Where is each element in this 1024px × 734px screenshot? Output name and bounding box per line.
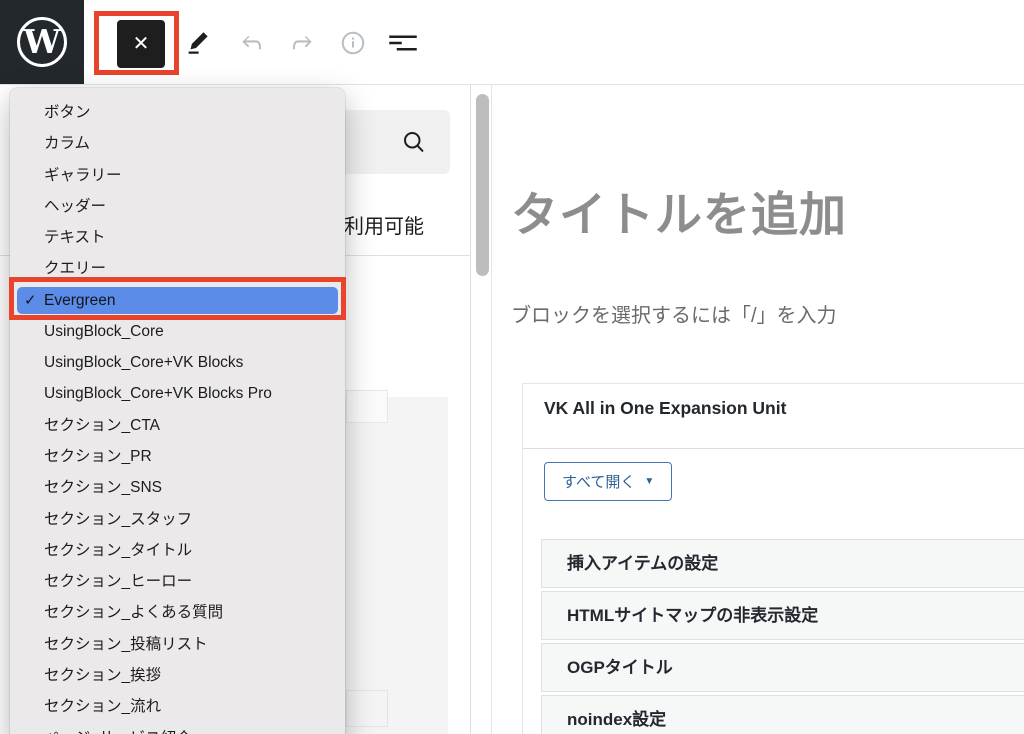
menu-item-label: クエリー	[44, 260, 106, 277]
menu-item-17[interactable]: セクション_投稿リスト	[10, 629, 345, 660]
menu-item-label: セクション_流れ	[44, 698, 161, 715]
wordpress-logo-button[interactable]: W	[0, 0, 84, 84]
menu-item-4[interactable]: テキスト	[10, 222, 345, 253]
editor-topbar: W ✕	[0, 0, 1024, 85]
redo-icon	[288, 28, 318, 61]
vk-panel-title: VK All in One Expansion Unit	[544, 398, 786, 419]
info-icon	[338, 28, 368, 61]
menu-item-label: カラム	[44, 135, 90, 152]
redo-button[interactable]	[288, 29, 318, 59]
menu-item-label: セクション_CTA	[44, 417, 160, 434]
menu-item-label: セクション_PR	[44, 448, 152, 465]
menu-item-label: セクション_タイトル	[44, 542, 192, 559]
menu-item-16[interactable]: セクション_よくある質問	[10, 597, 345, 628]
menu-item-label: UsingBlock_Core	[44, 323, 164, 340]
menu-item-label: UsingBlock_Core+VK Blocks Pro	[44, 385, 272, 402]
empty-block-placeholder[interactable]: ブロックを選択するには「/」を入力	[511, 299, 837, 328]
search-icon	[400, 128, 428, 156]
menu-item-label: UsingBlock_Core+VK Blocks	[44, 354, 243, 371]
accordion-section-3[interactable]: noindex設定	[541, 695, 1024, 734]
wordpress-logo-icon: W	[17, 17, 67, 67]
menu-item-8[interactable]: UsingBlock_Core+VK Blocks	[10, 347, 345, 378]
accordion-section-2[interactable]: OGPタイトル	[541, 643, 1024, 692]
menu-item-13[interactable]: セクション_スタッフ	[10, 504, 345, 535]
checkmark-icon: ✓	[24, 287, 37, 314]
undo-button[interactable]	[236, 29, 266, 59]
menu-item-14[interactable]: セクション_タイトル	[10, 535, 345, 566]
sidebar-border	[470, 85, 471, 734]
menu-item-label: セクション_挨拶	[44, 667, 161, 684]
pattern-thumbnail	[346, 390, 388, 423]
menu-item-label: セクション_投稿リスト	[44, 636, 208, 653]
dropdown-menu-list: ボタンカラムギャラリーヘッダーテキストクエリー ✓ Evergreen UsingBl…	[10, 97, 345, 734]
menu-item-label: ギャラリー	[44, 167, 122, 184]
accordion-list: 挿入アイテムの設定HTMLサイトマップの非表示設定OGPタイトルnoindex設…	[541, 539, 1024, 734]
menu-item-0[interactable]: ボタン	[10, 97, 345, 128]
menu-item-label: セクション_よくある質問	[44, 604, 223, 621]
menu-item-label: ボタン	[44, 104, 91, 121]
edit-mode-button[interactable]	[183, 29, 213, 59]
list-view-button[interactable]	[388, 29, 418, 59]
menu-item-10[interactable]: セクション_CTA	[10, 410, 345, 441]
canvas-left-border	[491, 85, 492, 734]
menu-item-7[interactable]: UsingBlock_Core	[10, 316, 345, 347]
menu-item-19[interactable]: セクション_流れ	[10, 691, 345, 722]
undo-icon	[236, 28, 266, 61]
pattern-category-dropdown: ボタンカラムギャラリーヘッダーテキストクエリー ✓ Evergreen UsingBl…	[10, 88, 345, 734]
toggle-inserter-button[interactable]: ✕	[117, 20, 165, 68]
menu-item-label: Evergreen	[44, 292, 116, 309]
close-icon: ✕	[133, 34, 150, 54]
menu-item-2[interactable]: ギャラリー	[10, 160, 345, 191]
pattern-thumbnail	[346, 690, 388, 727]
menu-item-12[interactable]: セクション_SNS	[10, 472, 345, 503]
menu-item-6[interactable]: ✓ Evergreen	[17, 287, 338, 314]
menu-item-5[interactable]: クエリー	[10, 253, 345, 284]
accordion-section-1[interactable]: HTMLサイトマップの非表示設定	[541, 591, 1024, 640]
menu-item-9[interactable]: UsingBlock_Core+VK Blocks Pro	[10, 378, 345, 409]
pencil-icon	[183, 28, 213, 61]
patterns-available-label: 利用可能	[344, 210, 424, 239]
menu-item-3[interactable]: ヘッダー	[10, 191, 345, 222]
accordion-section-0[interactable]: 挿入アイテムの設定	[541, 539, 1024, 588]
menu-item-11[interactable]: セクション_PR	[10, 441, 345, 472]
list-view-icon	[388, 28, 418, 61]
menu-item-18[interactable]: セクション_挨拶	[10, 660, 345, 691]
expand-all-label: すべて開く	[562, 471, 635, 492]
vk-panel-divider	[523, 448, 1024, 449]
post-title-placeholder[interactable]: タイトルを追加	[511, 176, 847, 245]
menu-item-label: テキスト	[44, 229, 106, 246]
editor-canvas: タイトルを追加 ブロックを選択するには「/」を入力 VK All in One …	[492, 85, 1024, 734]
expand-all-button[interactable]: すべて開く ▼	[544, 462, 672, 501]
canvas-scrollbar[interactable]	[476, 94, 489, 276]
menu-item-label: セクション_スタッフ	[44, 511, 192, 528]
details-button[interactable]	[338, 29, 368, 59]
caret-down-icon: ▼	[644, 476, 654, 487]
vk-expansion-unit-panel: VK All in One Expansion Unit すべて開く ▼ 挿入ア…	[522, 383, 1024, 734]
menu-item-1[interactable]: カラム	[10, 128, 345, 159]
menu-item-15[interactable]: セクション_ヒーロー	[10, 566, 345, 597]
menu-item-label: セクション_SNS	[44, 479, 162, 496]
menu-item-label: ヘッダー	[44, 198, 106, 215]
menu-item-20[interactable]: ページ_サービス紹介	[10, 723, 345, 734]
menu-item-label: ページ_サービス紹介	[44, 730, 192, 734]
menu-item-label: セクション_ヒーロー	[44, 573, 192, 590]
